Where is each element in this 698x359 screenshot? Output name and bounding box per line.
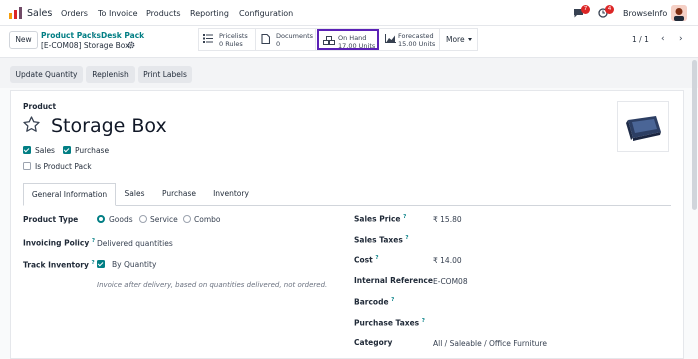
product-image[interactable]	[617, 101, 669, 152]
sales-app-icon[interactable]	[9, 7, 22, 19]
cost-value[interactable]: ₹ 14.00	[433, 256, 462, 265]
product-name[interactable]: Storage Box	[51, 115, 167, 137]
purchase-taxes-label: Purchase Taxes ?	[354, 318, 425, 328]
cubes-icon	[323, 36, 335, 47]
menu-to-invoice[interactable]: To Invoice	[98, 9, 138, 18]
menu-products[interactable]: Products	[146, 9, 181, 18]
invoicing-note: Invoice after delivery, based on quantit…	[97, 281, 328, 289]
breadcrumb-desk-pack[interactable]: Desk Pack	[101, 31, 144, 40]
update-quantity-button[interactable]: Update Quantity	[10, 66, 83, 83]
sales-price-label: Sales Price ?	[354, 214, 407, 224]
menu-reporting[interactable]: Reporting	[190, 9, 229, 18]
internal-reference-label: Internal Reference	[354, 276, 433, 285]
help-icon[interactable]: ?	[391, 297, 394, 303]
tab-inventory[interactable]: Inventory	[205, 183, 257, 206]
star-icon[interactable]	[22, 115, 41, 134]
gear-icon[interactable]	[127, 41, 135, 49]
documents-label: Documents	[276, 32, 314, 40]
app-title[interactable]: Sales	[27, 8, 52, 19]
top-navbar: Sales Orders To Invoice Products Reporti…	[0, 0, 698, 26]
tab-sales[interactable]: Sales	[116, 183, 153, 206]
sales-checkbox[interactable]	[23, 146, 31, 154]
breadcrumb-separator: /	[92, 31, 95, 40]
caret-down-icon	[468, 38, 472, 41]
product-pack-label: Is Product Pack	[35, 162, 92, 171]
product-section-label: Product	[23, 102, 57, 111]
pricelists-label: Pricelists	[219, 32, 248, 40]
help-icon[interactable]: ?	[92, 238, 95, 244]
more-button[interactable]: More	[440, 28, 478, 51]
on-hand-qty: 17.00 Units	[338, 42, 376, 50]
user-avatar[interactable]	[671, 5, 687, 21]
help-icon[interactable]: ?	[92, 260, 95, 266]
tab-purchase[interactable]: Purchase	[153, 183, 205, 206]
help-icon[interactable]: ?	[422, 318, 425, 324]
pricelists-count: 0 Rules	[219, 40, 243, 48]
help-icon[interactable]: ?	[375, 255, 378, 261]
track-inventory-value[interactable]: By Quantity	[112, 260, 156, 269]
document-icon	[261, 33, 271, 46]
track-inventory-checkbox[interactable]	[97, 260, 105, 268]
service-radio[interactable]	[139, 215, 147, 223]
documents-count: 0	[276, 40, 281, 48]
replenish-button[interactable]: Replenish	[86, 66, 135, 83]
more-label: More	[446, 35, 465, 44]
menu-orders[interactable]: Orders	[61, 9, 88, 18]
combo-radio[interactable]	[183, 215, 191, 223]
sales-price-value[interactable]: ₹ 15.80	[433, 215, 462, 224]
menu-configuration[interactable]: Configuration	[239, 9, 293, 18]
forecasted-qty: 15.00 Units	[398, 40, 436, 48]
on-hand-button[interactable]: On Hand 17.00 Units	[317, 29, 379, 50]
pager-value[interactable]: 1 / 1	[632, 35, 649, 44]
company-name[interactable]: BrowseInfo	[623, 9, 667, 18]
help-icon[interactable]: ?	[403, 214, 406, 220]
invoicing-policy-value[interactable]: Delivered quantities	[97, 239, 173, 248]
combo-radio-label: Combo	[194, 215, 221, 224]
barcode-label: Barcode ?	[354, 297, 395, 307]
activities-badge: 4	[605, 5, 614, 14]
internal-reference-value[interactable]: E-COM08	[433, 277, 468, 286]
sales-checkbox-label: Sales	[35, 146, 55, 155]
invoicing-policy-label: Invoicing Policy ?	[23, 238, 96, 248]
product-type-label: Product Type	[23, 215, 79, 224]
print-labels-button[interactable]: Print Labels	[138, 66, 192, 83]
pager-prev-icon[interactable]: ‹	[661, 34, 665, 44]
sales-taxes-label: Sales Taxes ?	[354, 235, 409, 245]
messages-badge: 7	[581, 5, 590, 14]
new-button[interactable]: New	[9, 31, 38, 49]
tab-general-information[interactable]: General Information	[23, 183, 116, 206]
chart-area-icon	[385, 34, 396, 45]
forecasted-button[interactable]: Forecasted 15.00 Units	[380, 28, 440, 51]
category-label: Category	[354, 338, 393, 347]
page-scrollbar[interactable]	[692, 60, 697, 210]
on-hand-label: On Hand	[338, 34, 367, 42]
product-pack-checkbox[interactable]	[23, 162, 31, 170]
category-value[interactable]: All / Saleable / Office Furniture	[433, 339, 547, 348]
list-icon	[203, 34, 213, 45]
pricelists-button[interactable]: Pricelists 0 Rules	[198, 28, 256, 51]
goods-radio-label: Goods	[109, 215, 133, 224]
goods-radio[interactable]	[97, 215, 105, 223]
forecasted-label: Forecasted	[398, 32, 434, 40]
track-inventory-label: Track Inventory ?	[23, 260, 95, 270]
service-radio-label: Service	[150, 215, 178, 224]
cost-label: Cost ?	[354, 255, 379, 265]
current-record-title: [E-COM08] Storage Box	[41, 41, 130, 50]
help-icon[interactable]: ?	[405, 235, 408, 241]
purchase-checkbox-label: Purchase	[75, 146, 110, 155]
pager-next-icon[interactable]: ›	[679, 34, 683, 44]
documents-button[interactable]: Documents 0	[256, 28, 316, 51]
purchase-checkbox[interactable]	[63, 146, 71, 154]
